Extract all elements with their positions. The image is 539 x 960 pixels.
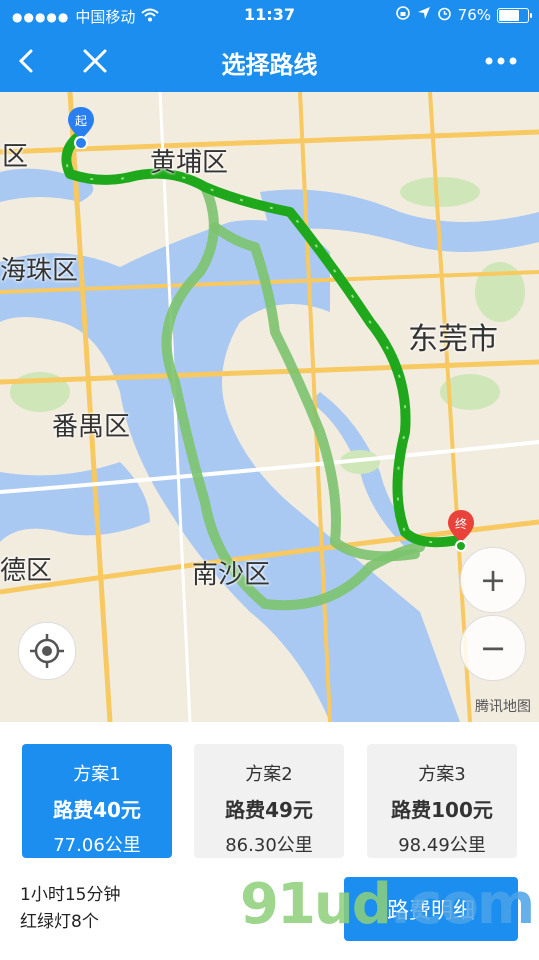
route-map[interactable]: 区 黄埔区 海珠区 东莞市 番禺区 德区 南沙区 起 终 + − 腾讯地图 (0, 92, 539, 722)
plan-name: 方案3 (418, 764, 466, 785)
map-label-haizhu: 海珠区 (0, 256, 79, 286)
rotation-lock-icon (395, 5, 411, 25)
end-marker: 终 (446, 508, 476, 556)
more-icon (485, 57, 517, 65)
plan-distance: 98.49公里 (398, 835, 486, 856)
start-marker-label: 起 (75, 114, 87, 128)
plan-fee: 路费49元 (225, 798, 313, 822)
watermark-text: 91ud (240, 872, 392, 937)
battery-percent: 76% (457, 6, 491, 24)
traffic-light-count: 红绿灯8个 (20, 912, 99, 932)
zoom-out-button[interactable]: − (460, 615, 526, 681)
alarm-icon (437, 6, 452, 25)
end-marker-label: 终 (455, 516, 467, 531)
page-title: 选择路线 (221, 51, 318, 79)
plan-distance: 86.30公里 (225, 835, 313, 856)
map-provider-logo: 腾讯地图 (475, 699, 531, 715)
map-label-huangpu: 黄埔区 (150, 148, 229, 178)
minus-icon: − (479, 629, 507, 667)
plan-card-1[interactable]: 方案1 路费40元 77.06公里 (22, 744, 172, 858)
zoom-in-button[interactable]: + (460, 547, 526, 613)
plan-card-3[interactable]: 方案3 路费100元 98.49公里 (367, 744, 517, 858)
status-bar: ●●●●● 中国移动 11:37 76% (0, 0, 539, 30)
map-label-nansha: 南沙区 (192, 560, 271, 590)
plan-name: 方案2 (245, 764, 293, 785)
route-duration: 1小时15分钟 (20, 885, 121, 905)
plan-distance: 77.06公里 (53, 835, 141, 856)
plan-name: 方案1 (73, 764, 121, 785)
route-plans-panel: 方案1 路费40元 77.06公里 方案2 路费49元 86.30公里 方案3 … (0, 722, 539, 960)
locate-button[interactable] (18, 622, 76, 680)
crosshair-icon (30, 634, 64, 668)
watermark: 91ud.com (240, 872, 535, 937)
map-label-panyu: 番禺区 (52, 412, 131, 442)
map-label-dongguan: 东莞市 (408, 322, 498, 357)
location-arrow-icon (417, 6, 431, 24)
nav-bar: 选择路线 (0, 30, 539, 92)
watermark-suffix: .com (389, 872, 535, 937)
plus-icon: + (479, 561, 507, 599)
plan-card-2[interactable]: 方案2 路费49元 86.30公里 (194, 744, 344, 858)
battery-icon (497, 7, 532, 23)
plan-fee: 路费100元 (391, 798, 493, 822)
map-label-shunde: 德区 (0, 556, 53, 586)
plan-fee: 路费40元 (53, 798, 141, 822)
more-button[interactable] (481, 46, 521, 76)
route-summary: 1小时15分钟 红绿灯8个 (20, 882, 120, 936)
map-label-district-left: 区 (2, 142, 29, 172)
start-marker: 起 (66, 105, 96, 153)
